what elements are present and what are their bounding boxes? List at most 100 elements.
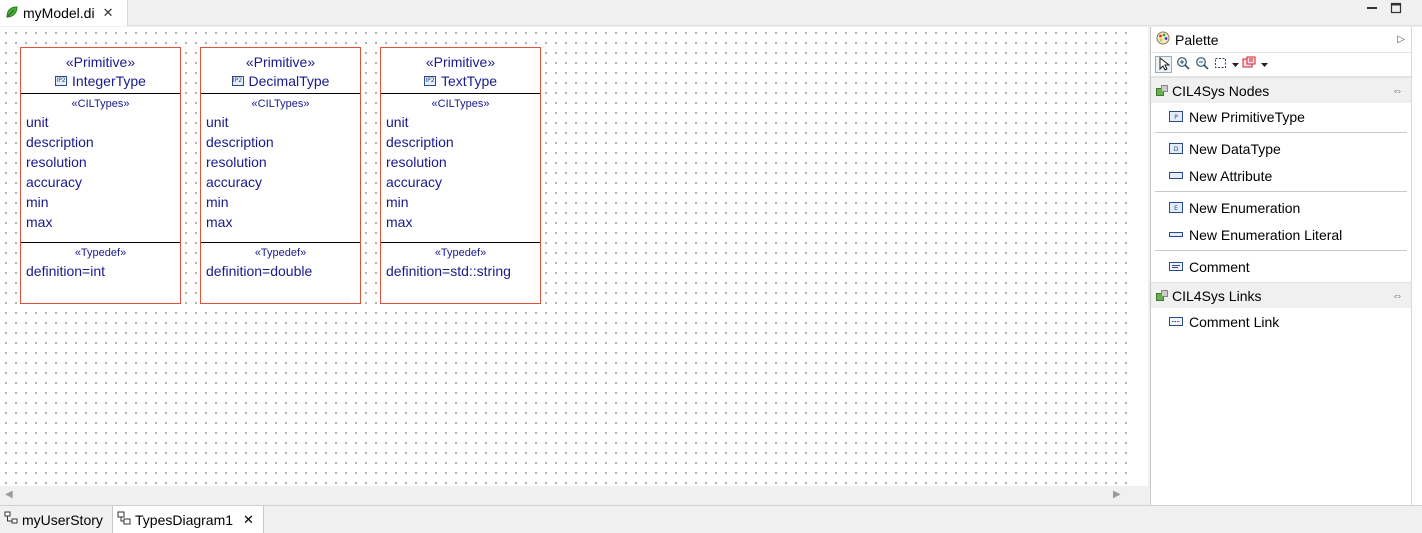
attribute-item[interactable]: max	[201, 212, 360, 232]
tab-label: myUserStory	[22, 511, 103, 528]
typedef-stereotype: «Typedef»	[74, 247, 127, 259]
close-icon[interactable]: ✕	[103, 5, 114, 21]
palette-title: Palette	[1175, 31, 1219, 48]
palette-item-new-primitivetype[interactable]: P New PrimitiveType	[1151, 103, 1411, 130]
pin-drawer-icon[interactable]: ⇔	[1392, 85, 1403, 97]
palette-item-comment[interactable]: Comment	[1151, 253, 1411, 280]
palette-item-new-enumeration-literal[interactable]: New Enumeration Literal	[1151, 221, 1411, 248]
class-stereotype: «Primitive»	[425, 54, 496, 70]
palette-item-label: New Attribute	[1189, 167, 1273, 184]
typedef-stereotype: «Typedef»	[254, 247, 307, 259]
attribute-item[interactable]: accuracy	[21, 172, 180, 192]
class-diagram-icon	[117, 511, 131, 528]
editor-tab-label: myModel.di	[23, 5, 95, 21]
palette-icon	[1156, 31, 1170, 48]
drawer-icon	[1156, 290, 1168, 301]
class-integertype[interactable]: «Primitive» IP2 IntegerType «CILTypes» u…	[20, 47, 181, 304]
class-stereotype: «Primitive»	[245, 54, 316, 70]
horizontal-scrollbar[interactable]: ◀ ▶	[0, 486, 1148, 505]
typedef-compartment[interactable]: «Typedef» definition=double	[201, 243, 360, 281]
attribute-item[interactable]: resolution	[21, 152, 180, 172]
class-name-row: IP2 IntegerType	[21, 71, 180, 91]
primitive-type-icon: P	[1169, 109, 1183, 125]
class-name[interactable]: TextType	[441, 71, 497, 91]
attribute-item[interactable]: description	[381, 132, 540, 152]
palette-item-new-datatype[interactable]: D New DataType	[1151, 135, 1411, 162]
palette-item-label: Comment	[1189, 258, 1250, 275]
typedef-definition[interactable]: definition=double	[201, 261, 360, 281]
attribute-item[interactable]: min	[201, 192, 360, 212]
typedef-definition[interactable]: definition=std::string	[381, 261, 540, 281]
maximize-icon[interactable]	[1388, 2, 1404, 18]
palette-item-comment-link[interactable]: Comment Link	[1151, 308, 1411, 335]
class-decimaltype[interactable]: «Primitive» IP2 DecimalType «CILTypes» u…	[200, 47, 361, 304]
class-name[interactable]: IntegerType	[72, 71, 146, 91]
attribute-stereotype: «CILTypes»	[71, 98, 130, 110]
zoom-in-icon[interactable]	[1174, 56, 1191, 73]
attribute-item[interactable]: unit	[21, 112, 180, 132]
svg-text:P: P	[1174, 114, 1178, 121]
palette-item-label: Comment Link	[1189, 313, 1280, 330]
typedef-compartment[interactable]: «Typedef» definition=std::string	[381, 243, 540, 281]
attribute-compartment[interactable]: «CILTypes» unit description resolution a…	[381, 94, 540, 243]
attribute-item[interactable]: resolution	[381, 152, 540, 172]
minimize-icon[interactable]	[1364, 2, 1380, 18]
class-header: «Primitive» IP2 IntegerType	[21, 48, 180, 94]
class-texttype[interactable]: «Primitive» IP2 TextType «CILTypes» unit…	[380, 47, 541, 304]
datatype-icon: D	[1169, 141, 1183, 157]
attribute-stereotype: «CILTypes»	[431, 98, 490, 110]
drawer-cil4sys-links[interactable]: CIL4Sys Links ⇔	[1151, 282, 1411, 308]
marquee-select-icon[interactable]	[1212, 56, 1229, 73]
class-name[interactable]: DecimalType	[249, 71, 330, 91]
attribute-item[interactable]: max	[381, 212, 540, 232]
attribute-item[interactable]: description	[201, 132, 360, 152]
scroll-left-icon[interactable]: ◀	[5, 489, 13, 500]
palette-item-label: New Enumeration Literal	[1189, 226, 1343, 243]
drawer-cil4sys-nodes[interactable]: CIL4Sys Nodes ⇔	[1151, 77, 1411, 103]
attribute-compartment[interactable]: «CILTypes» unit description resolution a…	[21, 94, 180, 243]
attribute-item[interactable]: unit	[201, 112, 360, 132]
palette-item-new-attribute[interactable]: New Attribute	[1151, 162, 1411, 189]
class-stereotype: «Primitive»	[65, 54, 136, 70]
class-name-row: IP2 DecimalType	[201, 71, 360, 91]
collapse-palette-icon[interactable]: ▷	[1397, 34, 1405, 45]
typedef-definition[interactable]: definition=int	[21, 261, 180, 281]
attribute-compartment[interactable]: «CILTypes» unit description resolution a…	[201, 94, 360, 243]
comment-icon	[1169, 259, 1183, 275]
attribute-item[interactable]: resolution	[201, 152, 360, 172]
primitive-type-icon: IP2	[231, 76, 244, 86]
tree-diagram-icon	[4, 511, 18, 528]
palette-item-label: New DataType	[1189, 140, 1281, 157]
palette-item-new-enumeration[interactable]: E New Enumeration	[1151, 194, 1411, 221]
editor-tab-bar: myModel.di ✕	[0, 0, 1422, 26]
attribute-item[interactable]: max	[21, 212, 180, 232]
tab-typesdiagram1[interactable]: TypesDiagram1 ✕	[112, 506, 264, 533]
editor-tab-mymodel[interactable]: myModel.di ✕	[0, 0, 128, 26]
attribute-item[interactable]: min	[21, 192, 180, 212]
select-tool-icon[interactable]	[1155, 56, 1172, 73]
typedef-compartment[interactable]: «Typedef» definition=int	[21, 243, 180, 281]
attribute-item[interactable]: accuracy	[201, 172, 360, 192]
marquee-dropdown-icon[interactable]	[1231, 56, 1239, 73]
canvas-right-gutter	[1128, 27, 1148, 486]
attribute-stereotype: «CILTypes»	[251, 98, 310, 110]
pin-drawer-icon[interactable]: ⇔	[1392, 290, 1403, 302]
close-icon[interactable]: ✕	[243, 512, 254, 528]
scroll-right-icon[interactable]: ▶	[1113, 489, 1121, 500]
zoom-out-icon[interactable]	[1193, 56, 1210, 73]
note-tool-icon[interactable]	[1241, 56, 1258, 73]
diagram-canvas[interactable]: «Primitive» IP2 IntegerType «CILTypes» u…	[0, 27, 1128, 486]
outline-strip	[1411, 27, 1422, 505]
drawer-title: CIL4Sys Nodes	[1172, 82, 1270, 99]
palette-toolbar	[1151, 53, 1411, 77]
attribute-item[interactable]: description	[21, 132, 180, 152]
papyrus-leaf-icon	[5, 5, 19, 22]
attribute-item[interactable]: accuracy	[381, 172, 540, 192]
attribute-item[interactable]: min	[381, 192, 540, 212]
attribute-item[interactable]: unit	[381, 112, 540, 132]
tab-myuserstory[interactable]: myUserStory	[0, 506, 112, 533]
svg-text:E: E	[1174, 205, 1178, 212]
note-dropdown-icon[interactable]	[1260, 56, 1268, 73]
palette-separator	[1155, 132, 1407, 133]
palette-header[interactable]: Palette ▷	[1151, 27, 1411, 53]
